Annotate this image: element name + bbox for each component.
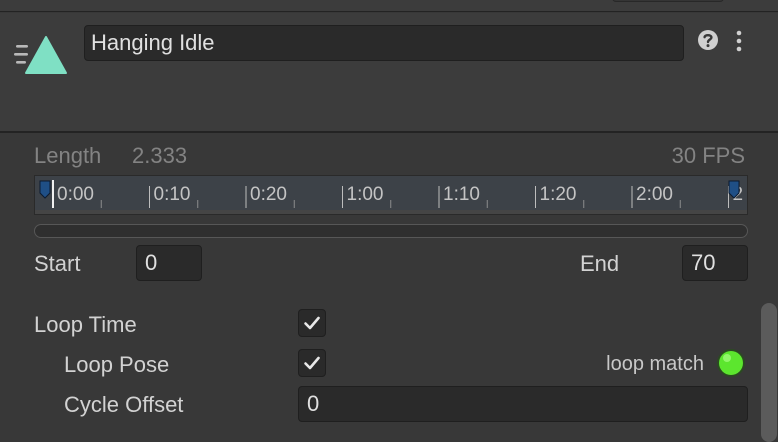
more-options-icon[interactable]	[732, 29, 746, 53]
loop-time-label: Loop Time	[34, 312, 137, 337]
clip-name-field[interactable]: Hanging Idle	[84, 25, 684, 61]
checkmark-icon	[304, 356, 320, 370]
end-frame-field[interactable]: 70	[682, 245, 748, 281]
end-label: End	[580, 251, 620, 276]
timeline-tick-label: 2:00	[636, 184, 673, 205]
top-strip	[0, 0, 778, 12]
start-label: Start	[34, 251, 81, 276]
timeline-tick-label: 1:20	[540, 184, 577, 205]
loop-pose-checkbox[interactable]	[298, 349, 326, 377]
length-label: Length	[34, 143, 102, 168]
start-frame-field[interactable]: 0	[136, 245, 202, 281]
inspector-scrollbar-thumb[interactable]	[761, 303, 777, 442]
checkmark-icon	[304, 316, 320, 330]
timeline-tick-label: 1:10	[443, 184, 480, 205]
clip-header: Hanging Idle	[0, 13, 778, 133]
cycle-offset-field[interactable]: 0	[298, 386, 748, 422]
loop-pose-label: Loop Pose	[64, 352, 170, 377]
loop-match-indicator-icon	[717, 349, 745, 377]
fps-label: 30 FPS	[671, 143, 745, 168]
cycle-offset-label: Cycle Offset	[64, 392, 184, 417]
timeline-scrollbar[interactable]	[34, 224, 748, 238]
timeline-tick-label: 1:00	[347, 184, 384, 205]
tab-edge	[612, 0, 724, 2]
help-icon[interactable]	[697, 29, 719, 51]
clip-timeline[interactable]: 0:000:100:201:001:101:202:002	[34, 175, 748, 215]
timeline-tick-label: 0:10	[154, 184, 191, 205]
timeline-ruler: 0:000:100:201:001:101:202:002	[52, 180, 743, 208]
loop-match-label: loop match	[606, 353, 704, 375]
length-value: 2.333	[132, 143, 188, 168]
animation-clip-icon	[14, 36, 67, 74]
loop-time-checkbox[interactable]	[298, 309, 326, 337]
timeline-tick-label: 0:20	[250, 184, 287, 205]
timeline-tick-label: 0:00	[57, 184, 94, 205]
start-marker-icon[interactable]	[39, 180, 51, 204]
end-marker-icon[interactable]	[727, 180, 741, 204]
